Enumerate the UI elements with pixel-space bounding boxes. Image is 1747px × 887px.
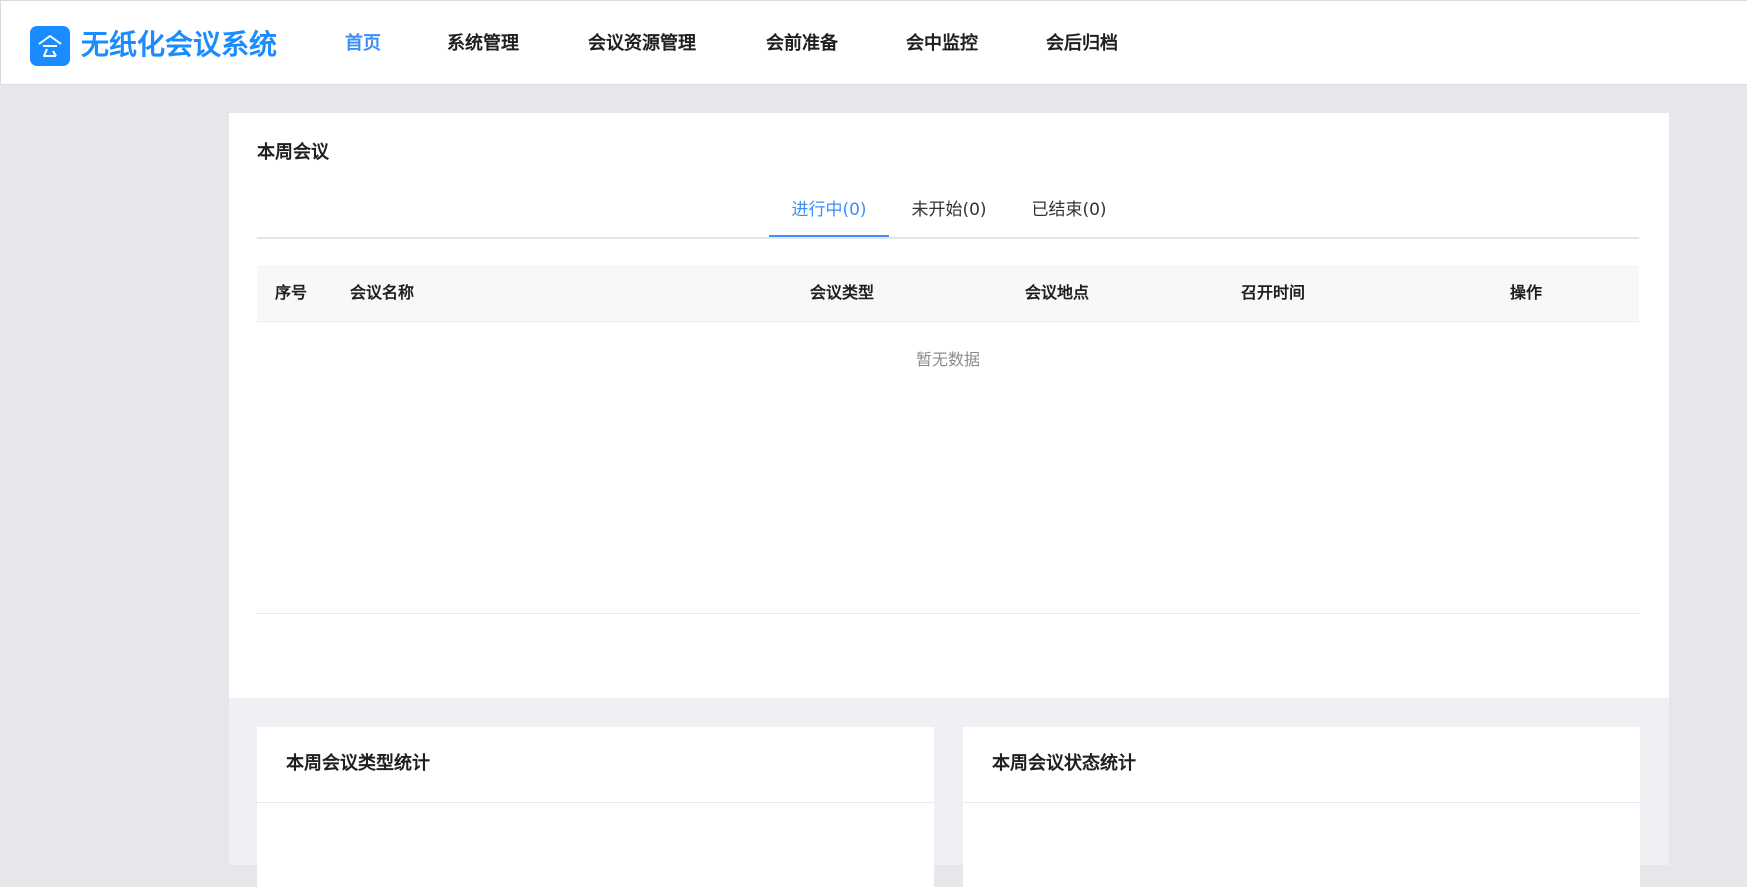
- meeting-type-stats-title: 本周会议类型统计: [286, 753, 430, 774]
- meeting-type-stats-header: 本周会议类型统计: [257, 727, 934, 803]
- app-title[interactable]: 无纸化会议系统: [81, 23, 277, 67]
- table-empty-text: 暂无数据: [915, 350, 980, 369]
- column-header-meeting-type[interactable]: 会议类型: [810, 280, 874, 306]
- nav-item-system-management[interactable]: 系统管理: [447, 30, 519, 58]
- tab-in-progress[interactable]: 进行中(0): [769, 194, 889, 237]
- column-header-meeting-name[interactable]: 会议名称: [350, 280, 414, 306]
- meeting-status-tabs: 进行中(0) 未开始(0) 已结束(0): [257, 194, 1639, 239]
- column-header-actions[interactable]: 操作: [1510, 280, 1542, 306]
- nav-item-pre-meeting-preparation[interactable]: 会前准备: [766, 30, 838, 58]
- nav-item-post-meeting-archive[interactable]: 会后归档: [1046, 30, 1118, 58]
- column-header-meeting-location[interactable]: 会议地点: [1025, 280, 1089, 306]
- statistics-section: 本周会议类型统计 本周会议状态统计: [229, 698, 1669, 887]
- meeting-status-stats-card: 本周会议状态统计: [963, 727, 1640, 887]
- column-header-index[interactable]: 序号: [275, 280, 307, 306]
- nav-item-in-meeting-monitoring[interactable]: 会中监控: [906, 30, 978, 58]
- tab-not-started[interactable]: 未开始(0): [889, 194, 1009, 237]
- meeting-type-stats-card: 本周会议类型统计: [257, 727, 934, 887]
- meeting-status-stats-title: 本周会议状态统计: [992, 753, 1136, 774]
- nav-item-meeting-resource-management[interactable]: 会议资源管理: [588, 30, 696, 58]
- top-navbar: 无纸化会议系统 首页 系统管理 会议资源管理 会前准备 会中监控 会后归档: [0, 0, 1747, 85]
- active-tab-indicator: [769, 235, 889, 237]
- table-header: 序号 会议名称 会议类型 会议地点 召开时间 操作: [257, 265, 1639, 322]
- meetings-table: 序号 会议名称 会议类型 会议地点 召开时间 操作 暂无数据: [257, 265, 1639, 614]
- meeting-logo-icon[interactable]: [30, 26, 70, 66]
- nav-item-home[interactable]: 首页: [345, 30, 381, 58]
- weekly-meetings-card: 本周会议 进行中(0) 未开始(0) 已结束(0) 序号 会议名称 会议类型 会…: [229, 113, 1669, 698]
- tab-ended[interactable]: 已结束(0): [1009, 194, 1129, 237]
- section-title: 本周会议: [257, 142, 329, 163]
- column-header-meeting-time[interactable]: 召开时间: [1241, 280, 1305, 306]
- meeting-status-stats-header: 本周会议状态统计: [963, 727, 1640, 803]
